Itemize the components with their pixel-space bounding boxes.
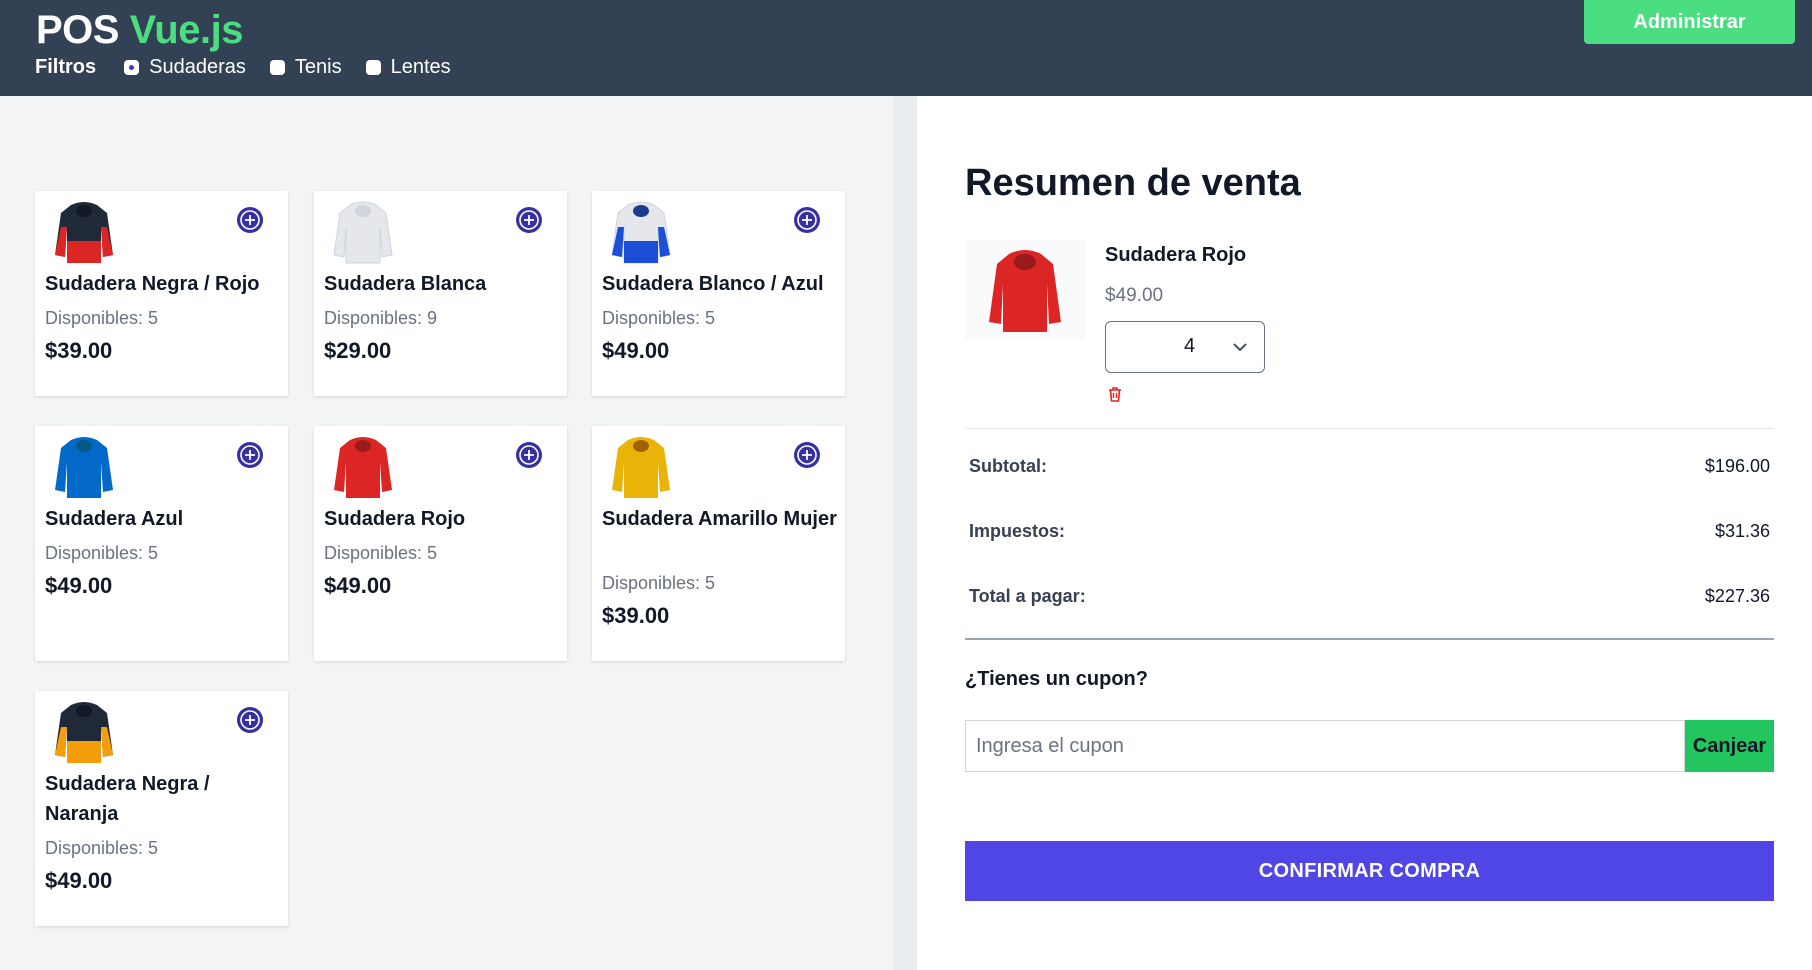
product-name: Sudadera Blanca (324, 273, 487, 295)
hoodie-image (333, 201, 393, 264)
top-header: POS Vue.js Filtros Sudaderas Tenis Lente… (0, 0, 1812, 96)
product-name: Sudadera Negra / Rojo (45, 273, 260, 295)
product-card: Sudadera Azul Disponibles: 5 $49.00 (35, 426, 288, 661)
product-price: $39.00 (45, 338, 113, 363)
subtotal-label: Subtotal: (969, 456, 1047, 476)
quantity-value: 4 (1184, 335, 1196, 357)
filter-sudaderas[interactable]: Sudaderas (124, 56, 246, 79)
filters-bar: Filtros Sudaderas Tenis Lentes (35, 54, 475, 80)
quantity-select[interactable]: 4 (1105, 321, 1265, 373)
logo-main: POS (36, 8, 119, 52)
product-card: Sudadera Blanco / Azul Disponibles: 5 $4… (592, 191, 845, 396)
product-price: $39.00 (602, 603, 670, 628)
product-name: Sudadera Blanco / Azul (602, 273, 824, 295)
total-label: Total a pagar: (969, 586, 1086, 606)
add-to-cart-icon[interactable] (235, 205, 265, 235)
filter-tenis[interactable]: Tenis (269, 55, 342, 79)
filter-tenis-label: Tenis (294, 55, 342, 78)
filter-lentes[interactable]: Lentes (365, 55, 451, 79)
app-logo: POS Vue.js (36, 8, 243, 53)
total-value: $227.36 (1704, 586, 1770, 606)
product-stock: Disponibles: 9 (324, 308, 438, 328)
hoodie-image (55, 202, 113, 263)
product-stock: Disponibles: 5 (45, 543, 159, 563)
filter-sudaderas-label: Sudaderas (149, 55, 246, 78)
hoodie-image (611, 201, 671, 264)
add-to-cart-icon[interactable] (514, 205, 544, 235)
divider (965, 638, 1774, 640)
hoodie-image (334, 437, 392, 498)
add-to-cart-icon[interactable] (514, 440, 544, 470)
add-to-cart-icon[interactable] (235, 705, 265, 735)
hoodie-image (989, 250, 1061, 332)
product-stock: Disponibles: 5 (602, 308, 716, 328)
cart-item-name: Sudadera Rojo (1105, 244, 1247, 266)
filter-lentes-label: Lentes (390, 55, 451, 78)
admin-button[interactable]: Administrar (1584, 0, 1795, 44)
product-price: $49.00 (602, 338, 670, 363)
product-stock: Disponibles: 5 (45, 838, 159, 858)
coupon-input[interactable] (965, 720, 1685, 772)
product-card: Sudadera Negra / Naranja Disponibles: 5 … (35, 691, 288, 926)
sale-summary: Resumen de venta Sudadera Rojo $49.00 4 … (917, 96, 1812, 970)
product-price: $49.00 (324, 573, 392, 598)
add-to-cart-icon[interactable] (792, 205, 822, 235)
filter-sudaderas-checkbox[interactable] (124, 59, 140, 75)
product-name: Sudadera Rojo (324, 508, 466, 530)
add-to-cart-icon[interactable] (792, 440, 822, 470)
add-to-cart-icon[interactable] (235, 440, 265, 470)
product-price: $49.00 (45, 868, 113, 893)
chevron-down-icon (1233, 343, 1247, 352)
hoodie-image (612, 437, 670, 498)
cart-item-image (965, 240, 1085, 340)
tax-label: Impuestos: (969, 521, 1066, 541)
product-price: $49.00 (45, 573, 113, 598)
subtotal-value: $196.00 (1704, 456, 1770, 476)
column-divider (893, 96, 917, 970)
product-name: Sudadera Amarillo Mujer (602, 508, 837, 530)
product-stock: Disponibles: 5 (324, 543, 438, 563)
product-card: Sudadera Negra / Rojo Disponibles: 5 $39… (35, 191, 288, 396)
cart-item-price: $49.00 (1105, 285, 1164, 306)
trash-icon[interactable] (1105, 384, 1125, 404)
hoodie-image (55, 437, 113, 498)
tax-value: $31.36 (1714, 521, 1770, 541)
filter-lentes-checkbox[interactable] (365, 59, 381, 75)
confirm-purchase-button[interactable]: CONFIRMAR COMPRA (965, 841, 1774, 901)
hoodie-image (55, 702, 113, 763)
product-card: Sudadera Rojo Disponibles: 5 $49.00 (314, 426, 567, 661)
logo-accent: Vue.js (129, 8, 244, 52)
filters-label: Filtros (35, 55, 97, 78)
product-card: Sudadera Amarillo Mujer Disponibles: 5 $… (592, 426, 845, 661)
product-name: Sudadera Negra / Naranja (45, 773, 210, 825)
product-stock: Disponibles: 5 (602, 573, 716, 593)
product-name: Sudadera Azul (45, 508, 184, 530)
product-card: Sudadera Blanca Disponibles: 9 $29.00 (314, 191, 567, 396)
product-stock: Disponibles: 5 (45, 308, 159, 328)
product-price: $29.00 (324, 338, 392, 363)
filter-tenis-checkbox[interactable] (269, 59, 285, 75)
product-grid: Sudadera Negra / Rojo Disponibles: 5 $39… (0, 96, 893, 970)
summary-title: Resumen de venta (965, 162, 1301, 204)
divider (965, 428, 1774, 429)
redeem-coupon-button[interactable]: Canjear (1685, 720, 1774, 772)
coupon-question: ¿Tienes un cupon? (965, 668, 1148, 690)
